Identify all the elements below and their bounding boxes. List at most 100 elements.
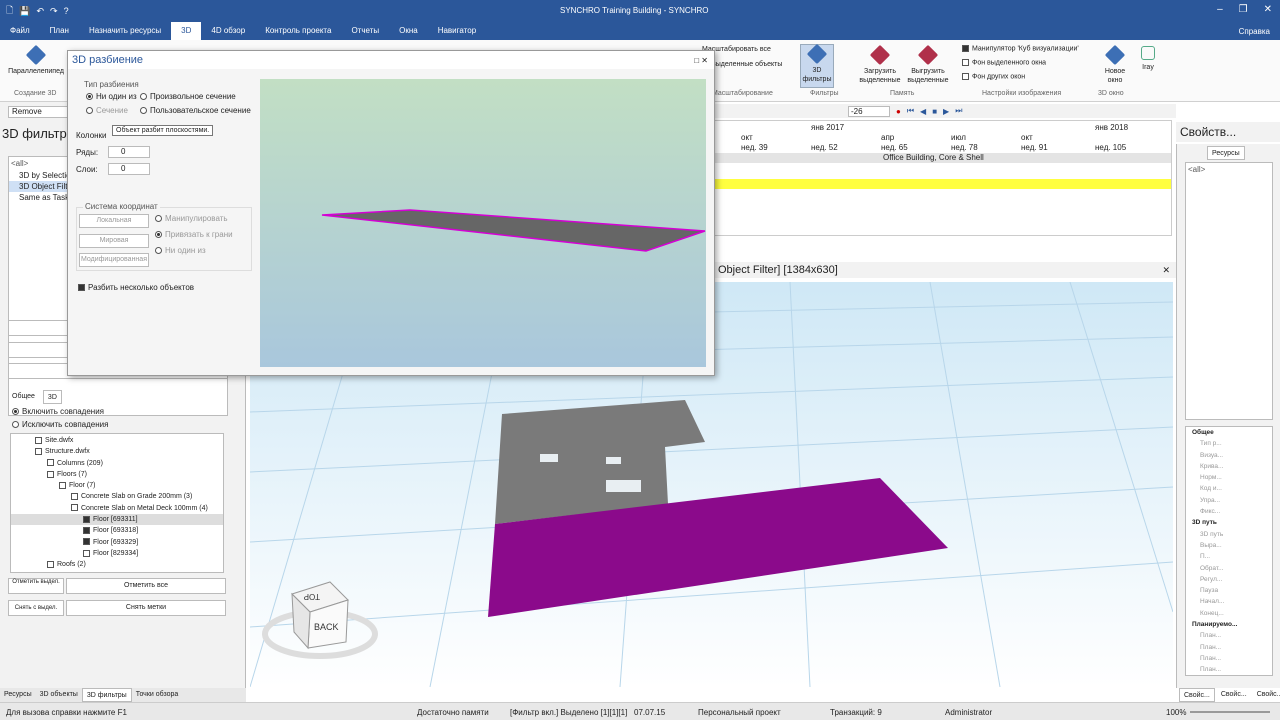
property-section[interactable]: Планируемо...: [1192, 619, 1272, 630]
tree-checkbox[interactable]: [35, 436, 42, 444]
tree-checkbox[interactable]: [71, 493, 78, 501]
tree-node[interactable]: Floor [693329]: [11, 537, 223, 548]
tree-node[interactable]: Concrete Slab on Metal Deck 100mm (4): [11, 503, 223, 514]
property-row[interactable]: Визуа...: [1200, 450, 1272, 461]
exclude-matches-option[interactable]: Исключить совпадения: [12, 420, 108, 429]
nav-cube-option[interactable]: Манипулятор 'Куб визуализации': [962, 45, 1079, 52]
tree-node[interactable]: Structure.dwfx: [11, 446, 223, 457]
menu-assign-resources[interactable]: Назначить ресурсы: [79, 22, 171, 40]
manipulate-radio[interactable]: [155, 215, 162, 223]
opt-custom[interactable]: Пользовательское сечение: [140, 106, 251, 115]
property-row[interactable]: Регул...: [1200, 574, 1272, 585]
maximize-icon[interactable]: ❐: [1239, 4, 1248, 15]
property-row[interactable]: План...: [1200, 664, 1272, 675]
world-button[interactable]: Мировая: [79, 234, 149, 248]
tab-props-1[interactable]: Свойс...: [1179, 688, 1215, 702]
tree-checkbox[interactable]: [83, 538, 90, 546]
manipulate-option[interactable]: Манипулировать: [155, 214, 228, 223]
undo-icon[interactable]: ↶: [36, 6, 44, 17]
tree-checkbox[interactable]: [83, 515, 90, 523]
new-icon[interactable]: 🗋: [6, 3, 13, 19]
prev-icon[interactable]: ◀: [920, 107, 926, 116]
property-row[interactable]: План...: [1200, 630, 1272, 641]
mark-all-button[interactable]: Отметить все: [66, 578, 226, 594]
unmark-all-button[interactable]: Снять метки: [66, 600, 226, 616]
opt-section-radio[interactable]: [86, 107, 93, 115]
remove-dropdown[interactable]: Remove: [8, 106, 68, 118]
local-button[interactable]: Локальная: [79, 214, 149, 228]
tree-node[interactable]: Roofs (2): [11, 559, 223, 570]
minimize-icon[interactable]: –: [1217, 4, 1223, 15]
opt-arbitrary-radio[interactable]: [140, 93, 147, 101]
tree-node[interactable]: Floor [693318]: [11, 525, 223, 536]
tab-resources[interactable]: Ресурсы: [0, 688, 36, 702]
modified-button[interactable]: Модифицированная: [79, 253, 149, 267]
none-option[interactable]: Ни один из: [155, 246, 206, 255]
tab-resources-right[interactable]: Ресурсы: [1207, 146, 1245, 160]
snap-radio[interactable]: [155, 231, 162, 239]
redo-icon[interactable]: ↷: [50, 6, 58, 17]
tab-general[interactable]: Общее: [8, 390, 39, 404]
3d-filters-button[interactable]: 3D фильтры: [800, 43, 834, 88]
property-section[interactable]: 3D путь: [1192, 517, 1272, 528]
tree-checkbox[interactable]: [47, 470, 54, 478]
menu-4d-review[interactable]: 4D обзор: [201, 22, 255, 40]
new-window-button[interactable]: Новое окно: [1098, 44, 1132, 85]
save-icon[interactable]: 💾: [19, 6, 30, 17]
menu-reports[interactable]: Отчеты: [341, 22, 389, 40]
record-icon[interactable]: ●: [896, 107, 901, 116]
property-row[interactable]: Пауза: [1200, 585, 1272, 596]
property-section[interactable]: Общее: [1192, 427, 1272, 438]
property-row[interactable]: Крива...: [1200, 461, 1272, 472]
help-icon[interactable]: ?: [64, 6, 69, 16]
split-preview[interactable]: [260, 79, 706, 367]
property-row[interactable]: План...: [1200, 653, 1272, 664]
tab-viewpoints[interactable]: Точки обзора: [132, 688, 183, 702]
property-row[interactable]: Тип р...: [1200, 438, 1272, 449]
tree-node[interactable]: Floor (7): [11, 480, 223, 491]
box-button[interactable]: Параллелепипед: [4, 44, 68, 76]
resource-filter-all[interactable]: <all>: [1188, 165, 1205, 174]
property-row[interactable]: План...: [1200, 642, 1272, 653]
property-row[interactable]: Обрат...: [1200, 563, 1272, 574]
rows-spinner[interactable]: 0: [108, 146, 150, 158]
dialog-close-icon[interactable]: □ ✕: [694, 56, 714, 65]
load-selected-button[interactable]: Загрузить выделенные: [856, 44, 904, 85]
tree-checkbox[interactable]: [83, 527, 90, 535]
tree-node[interactable]: Concrete Slab on Grade 200mm (3): [11, 491, 223, 502]
nav-cube-checkbox[interactable]: [962, 45, 969, 52]
unmark-selected-button[interactable]: Снять с выдел.: [8, 600, 64, 616]
play-icon[interactable]: ▶: [943, 107, 949, 116]
tree-node[interactable]: Floor [829334]: [11, 548, 223, 559]
tree-node[interactable]: Columns (209): [11, 458, 223, 469]
first-icon[interactable]: ⏮: [907, 106, 914, 116]
help-menu[interactable]: Справка: [1239, 27, 1270, 36]
property-row[interactable]: Выра...: [1200, 540, 1272, 551]
other-bg-option[interactable]: Фон других окон: [962, 73, 1025, 80]
tab-props-2[interactable]: Свойс...: [1217, 688, 1251, 702]
unload-selected-button[interactable]: Выгрузить выделенные: [904, 44, 952, 85]
highlighted-task-row[interactable]: [715, 179, 1171, 189]
tree-checkbox[interactable]: [35, 447, 42, 455]
menu-navigator[interactable]: Навигатор: [428, 22, 486, 40]
include-matches-option[interactable]: Включить совпадения: [12, 407, 104, 416]
tree-checkbox[interactable]: [47, 560, 54, 568]
selected-bg-option[interactable]: Фон выделенного окна: [962, 59, 1046, 66]
property-row[interactable]: Упра...: [1200, 495, 1272, 506]
tab-props-3[interactable]: Свойс...: [1253, 688, 1280, 702]
tab-3d-filters[interactable]: 3D фильтры: [81, 688, 132, 702]
opt-arbitrary[interactable]: Произвольное сечение: [140, 92, 236, 101]
tree-checkbox[interactable]: [59, 481, 66, 489]
menu-project-control[interactable]: Контроль проекта: [255, 22, 341, 40]
mark-selected-button[interactable]: Отметить выдел.: [8, 578, 64, 594]
opt-none-radio[interactable]: [86, 93, 93, 101]
offset-spinner[interactable]: -26: [848, 105, 890, 117]
exclude-radio[interactable]: [12, 421, 19, 429]
none-radio[interactable]: [155, 247, 162, 255]
other-bg-checkbox[interactable]: [962, 73, 969, 80]
split-multiple-checkbox[interactable]: [78, 284, 85, 292]
selected-bg-checkbox[interactable]: [962, 59, 969, 66]
property-row[interactable]: П...: [1200, 551, 1272, 562]
iray-button[interactable]: Iray: [1136, 46, 1160, 72]
property-row[interactable]: Конец...: [1200, 608, 1272, 619]
